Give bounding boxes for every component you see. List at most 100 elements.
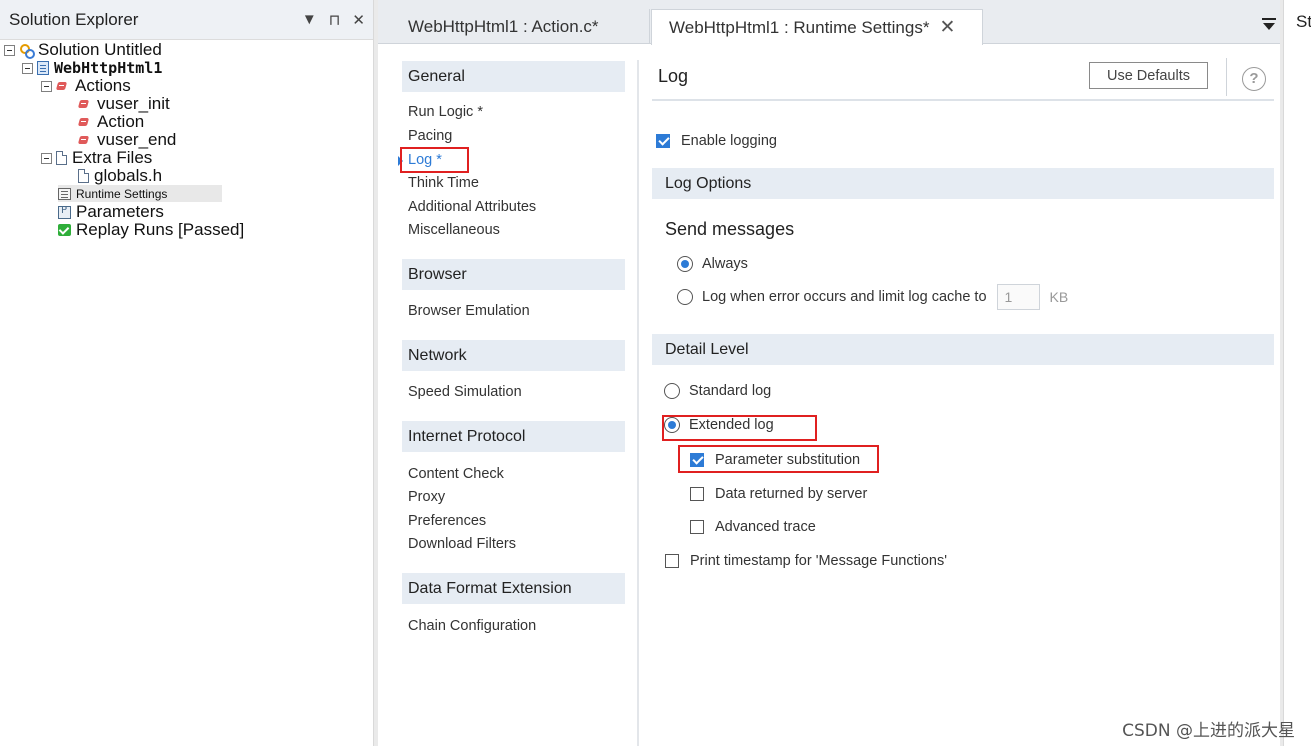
nav-item-content-check[interactable]: Content Check bbox=[408, 464, 504, 484]
pin-icon[interactable]: ⊓ bbox=[329, 11, 341, 29]
nav-item-run-logic[interactable]: Run Logic * bbox=[408, 102, 483, 122]
send-on-error-radio[interactable] bbox=[677, 289, 693, 305]
advanced-trace-option[interactable]: Advanced trace bbox=[690, 519, 816, 535]
nav-divider bbox=[637, 60, 639, 746]
file-icon bbox=[56, 151, 67, 165]
highlight-box-log bbox=[400, 147, 469, 173]
nav-section-network: Network bbox=[402, 340, 625, 371]
tab-label: WebHttpHtml1 : Action.c* bbox=[408, 16, 599, 36]
send-on-error-label: Log when error occurs and limit log cach… bbox=[702, 289, 987, 305]
send-messages-label: Send messages bbox=[665, 219, 795, 239]
tab-runtime-settings[interactable]: WebHttpHtml1 : Runtime Settings* ✕ bbox=[651, 9, 983, 45]
nav-item-proxy[interactable]: Proxy bbox=[408, 487, 445, 507]
tree-item-label: Replay Runs [Passed] bbox=[76, 220, 245, 239]
tree-item-label: WebHttpHtml1 bbox=[54, 59, 163, 77]
log-cache-size-input[interactable] bbox=[996, 284, 1040, 310]
nav-item-additional-attributes[interactable]: Additional Attributes bbox=[408, 197, 536, 217]
data-returned-checkbox[interactable] bbox=[690, 487, 704, 501]
send-always-label: Always bbox=[702, 256, 748, 272]
tree-item-script[interactable]: WebHttpHtml1 bbox=[22, 59, 162, 77]
settings-icon bbox=[58, 187, 71, 200]
close-tab-icon[interactable]: ✕ bbox=[939, 16, 955, 39]
nav-item-think-time[interactable]: Think Time bbox=[408, 173, 479, 193]
nav-section-internet-protocol: Internet Protocol bbox=[402, 421, 625, 452]
nav-item-download-filters[interactable]: Download Filters bbox=[408, 534, 516, 554]
advanced-trace-checkbox[interactable] bbox=[690, 520, 704, 534]
print-timestamp-label: Print timestamp for 'Message Functions' bbox=[690, 553, 947, 569]
nav-section-data-format-extension: Data Format Extension bbox=[402, 573, 625, 604]
tree-item-replay-runs[interactable]: Replay Runs [Passed] bbox=[58, 220, 245, 239]
enable-logging-checkbox[interactable] bbox=[656, 134, 670, 148]
title-separator bbox=[1226, 58, 1227, 96]
tree-item-globals[interactable]: globals.h bbox=[78, 166, 163, 185]
log-settings-content: Log Use Defaults ? Enable logging Log Op… bbox=[652, 44, 1274, 746]
tree-item-label: Parameters bbox=[76, 202, 164, 221]
tree-item-extra-files[interactable]: Extra Files bbox=[41, 148, 153, 167]
nav-item-speed-simulation[interactable]: Speed Simulation bbox=[408, 382, 522, 402]
tree-item-label: Action bbox=[97, 112, 145, 131]
tree-item-solution[interactable]: Solution Untitled bbox=[4, 40, 162, 59]
data-returned-option[interactable]: Data returned by server bbox=[690, 486, 867, 502]
tab-list-dropdown-icon[interactable] bbox=[1262, 18, 1276, 30]
data-returned-label: Data returned by server bbox=[715, 486, 868, 502]
solution-icon bbox=[19, 43, 35, 59]
log-cache-unit: KB bbox=[1049, 289, 1069, 305]
nav-item-browser-emulation[interactable]: Browser Emulation bbox=[408, 301, 530, 321]
nav-item-miscellaneous[interactable]: Miscellaneous bbox=[408, 220, 500, 240]
tree-item-parameters[interactable]: Parameters bbox=[58, 202, 164, 221]
send-always-radio[interactable] bbox=[677, 256, 693, 272]
detail-level-header: Detail Level bbox=[652, 334, 1274, 365]
use-defaults-button[interactable]: Use Defaults bbox=[1089, 62, 1208, 89]
file-icon bbox=[78, 169, 89, 183]
standard-log-option[interactable]: Standard log bbox=[664, 383, 771, 399]
print-timestamp-option[interactable]: Print timestamp for 'Message Functions' bbox=[665, 553, 947, 569]
send-on-error-option[interactable]: Log when error occurs and limit log cach… bbox=[677, 284, 1068, 310]
collapse-icon[interactable] bbox=[41, 80, 52, 92]
header-divider bbox=[652, 99, 1274, 101]
page-title: Log bbox=[658, 66, 689, 86]
solution-explorer-title: Solution Explorer bbox=[9, 9, 139, 29]
action-icon bbox=[78, 134, 92, 146]
tree-item-label: globals.h bbox=[94, 166, 163, 185]
send-always-option[interactable]: Always bbox=[677, 256, 748, 272]
nav-item-preferences[interactable]: Preferences bbox=[408, 511, 486, 531]
enable-logging-option[interactable]: Enable logging bbox=[656, 133, 777, 149]
tree-item-label: vuser_end bbox=[97, 130, 177, 149]
tree-item-runtime-settings[interactable]: Runtime Settings bbox=[58, 185, 222, 202]
tree-item-label: Actions bbox=[75, 76, 131, 95]
enable-logging-label: Enable logging bbox=[681, 133, 777, 149]
nav-section-browser: Browser bbox=[402, 259, 625, 290]
tree-item-action[interactable]: Action bbox=[78, 112, 145, 131]
help-icon[interactable]: ? bbox=[1242, 67, 1266, 91]
script-icon bbox=[37, 61, 49, 75]
standard-log-radio[interactable] bbox=[664, 383, 680, 399]
nav-section-general: General bbox=[402, 61, 625, 92]
tree-item-vuser-end[interactable]: vuser_end bbox=[78, 130, 177, 149]
nav-item-pacing[interactable]: Pacing bbox=[408, 126, 452, 146]
parameters-icon bbox=[58, 205, 71, 219]
document-tab-bar: WebHttpHtml1 : Action.c* WebHttpHtml1 : … bbox=[378, 0, 1280, 45]
collapse-icon[interactable] bbox=[4, 44, 15, 56]
nav-item-chain-configuration[interactable]: Chain Configuration bbox=[408, 616, 536, 636]
solution-tree: Solution Untitled WebHttpHtml1 Actions v… bbox=[0, 40, 373, 239]
runtime-settings-nav: General Run Logic * Pacing Log * Think T… bbox=[378, 44, 638, 746]
tree-item-actions[interactable]: Actions bbox=[41, 76, 131, 95]
print-timestamp-checkbox[interactable] bbox=[665, 554, 679, 568]
actions-folder-icon bbox=[56, 80, 70, 92]
tree-item-label: Solution Untitled bbox=[38, 40, 162, 59]
editor-area: WebHttpHtml1 : Action.c* WebHttpHtml1 : … bbox=[378, 0, 1280, 746]
passed-icon bbox=[58, 224, 71, 236]
close-icon[interactable]: ✕ bbox=[352, 11, 365, 29]
action-icon bbox=[78, 116, 92, 128]
tree-item-vuser-init[interactable]: vuser_init bbox=[78, 94, 170, 113]
tree-item-label: Extra Files bbox=[72, 148, 153, 167]
right-panel-title: St bbox=[1296, 12, 1311, 31]
collapse-icon[interactable] bbox=[41, 152, 52, 164]
highlight-box-extended-log bbox=[662, 415, 817, 441]
right-docked-panel: St bbox=[1283, 0, 1311, 746]
solution-explorer-titlebar: Solution Explorer ▼ ⊓ ✕ bbox=[0, 0, 373, 40]
tab-action-c[interactable]: WebHttpHtml1 : Action.c* bbox=[378, 9, 650, 44]
highlight-box-parameter-substitution bbox=[678, 445, 879, 473]
dropdown-icon[interactable]: ▼ bbox=[302, 11, 317, 28]
collapse-icon[interactable] bbox=[22, 62, 33, 74]
